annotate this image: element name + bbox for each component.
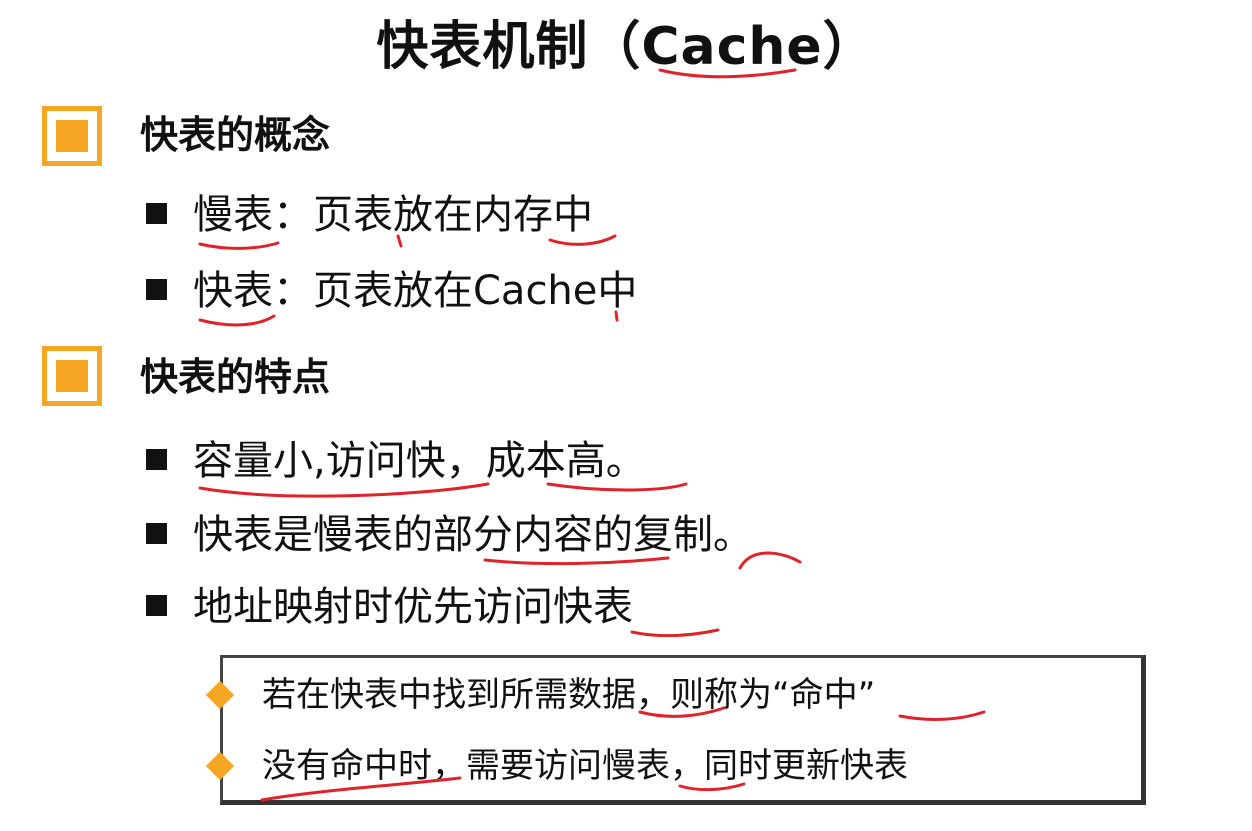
orange-square-fill bbox=[56, 360, 88, 392]
bullet-text-fast-table: 快表：页表放在Cache中 bbox=[193, 268, 638, 314]
bullet-item: 地址映射时优先访问快表 bbox=[146, 582, 633, 632]
callout-item-hit: 若在快表中找到所需数据，则称为“命中” bbox=[262, 675, 876, 715]
page-title: 快表机制（Cache） bbox=[376, 17, 876, 77]
bullet-text-slow-table: 慢表：页表放在内存中 bbox=[193, 192, 593, 238]
bullet-text-priority: 地址映射时优先访问快表 bbox=[193, 584, 633, 630]
black-square-bullet-icon bbox=[146, 523, 167, 544]
bullet-item: 容量小,访问快，成本高。 bbox=[146, 436, 646, 486]
underline-fast-table bbox=[630, 628, 720, 638]
black-square-bullet-icon bbox=[146, 279, 167, 300]
section-heading-concept: 快表的概念 bbox=[140, 113, 331, 157]
bullet-text-capacity: 容量小,访问快，成本高。 bbox=[193, 438, 646, 484]
section-heading-features: 快表的特点 bbox=[140, 355, 331, 399]
underline-fast bbox=[198, 314, 276, 327]
slide: 快表机制（Cache） 快表的概念 慢表：页表放在内存中 快表：页表放在Cach… bbox=[0, 0, 1252, 831]
underline-slow bbox=[198, 241, 280, 250]
bullet-item: 快表是慢表的部分内容的复制。 bbox=[146, 510, 753, 560]
orange-square-icon bbox=[42, 346, 102, 406]
black-square-bullet-icon bbox=[146, 449, 167, 470]
orange-square-fill bbox=[56, 120, 88, 152]
orange-square-icon bbox=[42, 106, 102, 166]
black-square-bullet-icon bbox=[146, 595, 167, 616]
bullet-text-copy: 快表是慢表的部分内容的复制。 bbox=[193, 512, 753, 558]
bullet-item: 慢表：页表放在内存中 bbox=[146, 190, 593, 240]
callout-item-miss: 没有命中时，需要访问慢表，同时更新快表 bbox=[262, 746, 908, 786]
bullet-item: 快表：页表放在Cache中 bbox=[146, 266, 637, 316]
black-square-bullet-icon bbox=[146, 203, 167, 224]
